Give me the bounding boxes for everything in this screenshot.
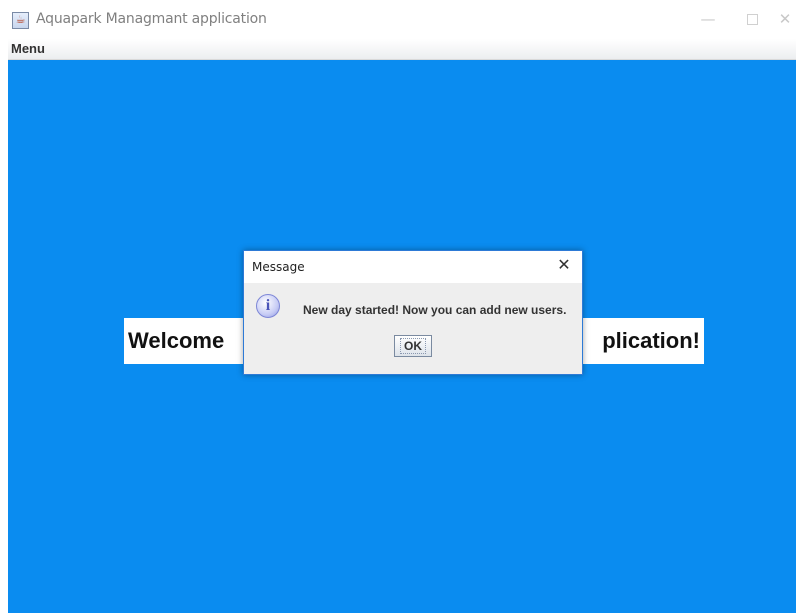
minimize-button[interactable]: — [688, 6, 728, 32]
dialog-message: New day started! Now you can add new use… [303, 303, 567, 317]
window-title: Aquapark Managmant application [36, 11, 267, 27]
dialog-title-bar[interactable]: Message ✕ [244, 251, 582, 283]
java-cup-icon: ☕ [12, 12, 29, 29]
ok-button[interactable]: OK [394, 335, 432, 357]
dialog-close-button[interactable]: ✕ [552, 254, 576, 278]
title-bar[interactable]: ☕ Aquapark Managmant application — ✕ [0, 0, 804, 39]
menu-bar: Menu [8, 39, 796, 60]
welcome-text-right: plication! [602, 328, 700, 353]
welcome-text-left: Welcome [128, 328, 225, 353]
info-icon: i [256, 294, 280, 318]
dialog-title: Message [252, 260, 305, 274]
app-window: ☕ Aquapark Managmant application — ✕ Men… [0, 0, 804, 613]
maximize-icon [746, 14, 758, 25]
close-window-button[interactable]: ✕ [765, 6, 804, 32]
message-dialog: Message ✕ i New day started! Now you can… [243, 250, 583, 375]
ok-button-label: OK [400, 338, 426, 354]
menu-item-menu[interactable]: Menu [11, 41, 45, 56]
